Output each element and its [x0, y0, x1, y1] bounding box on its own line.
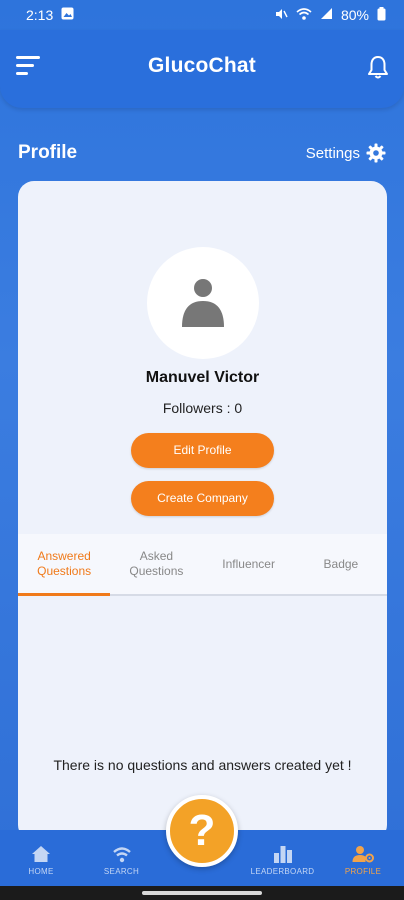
leaderboard-icon	[273, 846, 292, 863]
avatar[interactable]	[147, 247, 259, 359]
tab-asked-questions[interactable]: Asked Questions	[110, 534, 202, 594]
followers-count[interactable]: Followers : 0	[18, 400, 387, 416]
user-name: Manuvel Victor	[145, 369, 260, 386]
ask-question-button[interactable]: ?	[166, 795, 238, 867]
signal-icon	[320, 7, 333, 23]
app-screen: 2:13 80% GlucoChat Profile Settings Manu…	[0, 0, 404, 900]
search-icon	[112, 847, 131, 863]
battery-percent: 80%	[340, 7, 369, 23]
tab-badge[interactable]: Badge	[295, 534, 387, 594]
profile-settings-icon	[352, 846, 374, 863]
profile-card: Manuvel Victor Followers : 0 Edit Profil…	[18, 181, 387, 841]
gesture-handle[interactable]	[142, 891, 262, 895]
gear-icon	[366, 143, 386, 163]
tab-answered-questions[interactable]: Answered Questions	[18, 534, 111, 596]
nav-leaderboard-label: LEADERBOARD	[250, 867, 315, 876]
mute-icon	[274, 7, 288, 24]
tab-label: Influencer	[222, 556, 275, 571]
tab-label: Badge	[323, 556, 359, 571]
settings-label: Settings	[305, 144, 360, 162]
settings-button[interactable]: Settings	[306, 143, 386, 163]
nav-home[interactable]: HOME	[8, 845, 74, 876]
nav-leaderboard[interactable]: LEADERBOARD	[250, 845, 316, 876]
app-title: GlucoChat	[148, 54, 256, 77]
status-bar-right: 80%	[274, 6, 386, 24]
edit-profile-button[interactable]: Edit Profile	[131, 433, 274, 468]
tab-influencer[interactable]: Influencer	[203, 534, 295, 594]
nav-profile-label: PROFILE	[344, 867, 382, 876]
nav-search-label: SEARCH	[103, 867, 140, 876]
notification-bell-button[interactable]	[366, 54, 392, 80]
wifi-icon	[296, 7, 312, 24]
nav-profile[interactable]: PROFILE	[330, 845, 396, 876]
status-bar-left: 2:13	[26, 7, 74, 23]
app-header: GlucoChat	[0, 30, 404, 108]
default-user-icon	[182, 279, 224, 327]
page-title: Profile	[18, 142, 78, 163]
tab-label: Answered Questions	[37, 549, 92, 578]
battery-icon	[377, 6, 386, 24]
nav-search[interactable]: SEARCH	[89, 845, 155, 876]
status-time: 2:13	[26, 7, 54, 23]
empty-state-message: There is no questions and answers create…	[53, 757, 352, 773]
create-company-button[interactable]: Create Company	[131, 481, 274, 516]
status-bar: 2:13 80%	[0, 0, 404, 30]
gesture-navigation-bar	[0, 886, 404, 900]
bell-icon	[368, 56, 388, 79]
question-mark-icon: ?	[188, 806, 216, 855]
profile-tabs: Answered Questions Asked Questions Influ…	[18, 534, 387, 596]
gallery-notification-icon	[61, 7, 74, 23]
home-icon	[32, 846, 50, 862]
tab-label: Asked Questions	[129, 549, 184, 578]
nav-home-label: HOME	[28, 867, 54, 876]
